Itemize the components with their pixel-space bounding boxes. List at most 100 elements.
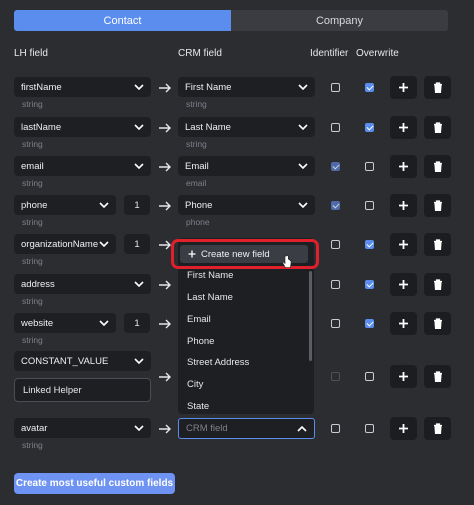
constant-value-input[interactable]: Linked Helper xyxy=(14,378,151,402)
lh-field-select[interactable]: CONSTANT_VALUE xyxy=(14,351,151,371)
identifier-checkbox[interactable] xyxy=(331,83,340,92)
crm-field-select[interactable]: Last Name xyxy=(178,117,315,137)
add-button[interactable] xyxy=(390,116,417,139)
dropdown-option[interactable]: Phone xyxy=(187,336,214,347)
overwrite-checkbox[interactable] xyxy=(365,201,374,210)
plus-icon xyxy=(399,162,408,171)
plus-icon xyxy=(399,319,408,328)
lh-field-value: lastName xyxy=(21,121,62,133)
crm-field-type: email xyxy=(186,178,207,188)
overwrite-checkbox[interactable] xyxy=(365,240,374,249)
tab-bar: Contact Company xyxy=(14,10,448,31)
delete-button[interactable] xyxy=(424,417,451,440)
crm-field-select[interactable]: Phone xyxy=(178,195,315,215)
overwrite-checkbox[interactable] xyxy=(365,83,374,92)
chevron-down-icon xyxy=(134,82,144,92)
index-field[interactable]: 1 xyxy=(124,234,150,254)
trash-icon xyxy=(433,423,442,434)
arrow-right-icon xyxy=(159,83,171,93)
lh-field-value: organizationName xyxy=(21,238,99,250)
crm-field-search-input[interactable]: CRM field xyxy=(178,418,315,439)
add-button[interactable] xyxy=(390,233,417,256)
add-button[interactable] xyxy=(390,417,417,440)
lh-field-value: phone xyxy=(21,199,48,211)
identifier-checkbox[interactable] xyxy=(331,123,340,132)
lh-field-type: string xyxy=(22,139,43,149)
identifier-checkbox[interactable] xyxy=(331,162,340,171)
index-field[interactable]: 1 xyxy=(124,313,150,333)
arrow-right-icon xyxy=(159,240,171,250)
add-button[interactable] xyxy=(390,365,417,388)
delete-button[interactable] xyxy=(424,273,451,296)
delete-button[interactable] xyxy=(424,194,451,217)
lh-field-select[interactable]: avatar xyxy=(14,418,151,438)
chevron-down-icon xyxy=(99,318,109,328)
lh-field-select[interactable]: firstName xyxy=(14,77,151,97)
chevron-down-icon xyxy=(298,122,308,132)
add-button[interactable] xyxy=(390,155,417,178)
lh-field-value: avatar xyxy=(21,422,48,434)
dropdown-option[interactable]: City xyxy=(187,379,203,390)
dropdown-scrollbar[interactable] xyxy=(309,271,312,361)
create-custom-fields-button[interactable]: Create most useful custom fields xyxy=(14,473,175,494)
lh-field-select[interactable]: website xyxy=(14,313,116,333)
delete-button[interactable] xyxy=(424,116,451,139)
identifier-checkbox[interactable] xyxy=(331,424,340,433)
dropdown-option[interactable]: State xyxy=(187,401,209,412)
lh-field-select[interactable]: lastName xyxy=(14,117,151,137)
dropdown-option[interactable]: First Name xyxy=(187,270,233,281)
index-field[interactable]: 1 xyxy=(124,195,150,215)
identifier-checkbox[interactable] xyxy=(331,319,340,328)
lh-field-select[interactable]: email xyxy=(14,156,151,176)
add-button[interactable] xyxy=(390,194,417,217)
overwrite-checkbox[interactable] xyxy=(365,424,374,433)
lh-field-header: LH field xyxy=(14,48,48,59)
arrow-right-icon xyxy=(159,424,171,434)
lh-field-value: CONSTANT_VALUE xyxy=(21,355,109,367)
lh-field-select[interactable]: phone xyxy=(14,195,116,215)
lh-field-select[interactable]: address xyxy=(14,274,151,294)
identifier-checkbox[interactable] xyxy=(331,201,340,210)
add-button[interactable] xyxy=(390,76,417,99)
overwrite-checkbox[interactable] xyxy=(365,319,374,328)
overwrite-checkbox[interactable] xyxy=(365,280,374,289)
chevron-down-icon xyxy=(134,279,144,289)
delete-button[interactable] xyxy=(424,233,451,256)
tab-contact[interactable]: Contact xyxy=(14,10,231,31)
delete-button[interactable] xyxy=(424,76,451,99)
crm-field-select[interactable]: Email xyxy=(178,156,315,176)
chevron-down-icon xyxy=(134,122,144,132)
identifier-header: Identifier xyxy=(310,48,349,59)
delete-button[interactable] xyxy=(424,155,451,178)
chevron-down-icon xyxy=(99,200,109,210)
dropdown-option[interactable]: Email xyxy=(187,314,211,325)
trash-icon xyxy=(433,318,442,329)
overwrite-checkbox[interactable] xyxy=(365,162,374,171)
delete-button[interactable] xyxy=(424,365,451,388)
identifier-checkbox[interactable] xyxy=(331,240,340,249)
plus-icon xyxy=(399,424,408,433)
lh-field-type: string xyxy=(22,256,43,266)
plus-icon xyxy=(399,240,408,249)
overwrite-checkbox[interactable] xyxy=(365,123,374,132)
delete-button[interactable] xyxy=(424,312,451,335)
dropdown-option[interactable]: Street Address xyxy=(187,357,249,368)
arrow-right-icon xyxy=(159,162,171,172)
lh-field-select[interactable]: organizationName xyxy=(14,234,116,254)
trash-icon xyxy=(433,200,442,211)
crm-field-type: string xyxy=(186,99,207,109)
overwrite-checkbox[interactable] xyxy=(365,372,374,381)
crm-field-select[interactable]: First Name xyxy=(178,77,315,97)
arrow-right-icon xyxy=(159,280,171,290)
tab-company[interactable]: Company xyxy=(231,10,448,31)
add-button[interactable] xyxy=(390,312,417,335)
lh-field-value: firstName xyxy=(21,81,62,93)
identifier-checkbox[interactable] xyxy=(331,280,340,289)
chevron-down-icon xyxy=(134,356,144,366)
highlight-box xyxy=(171,239,319,269)
arrow-right-icon xyxy=(159,372,171,382)
lh-field-type: string xyxy=(22,99,43,109)
dropdown-option[interactable]: Last Name xyxy=(187,292,233,303)
crm-field-value: Email xyxy=(185,160,209,172)
add-button[interactable] xyxy=(390,273,417,296)
